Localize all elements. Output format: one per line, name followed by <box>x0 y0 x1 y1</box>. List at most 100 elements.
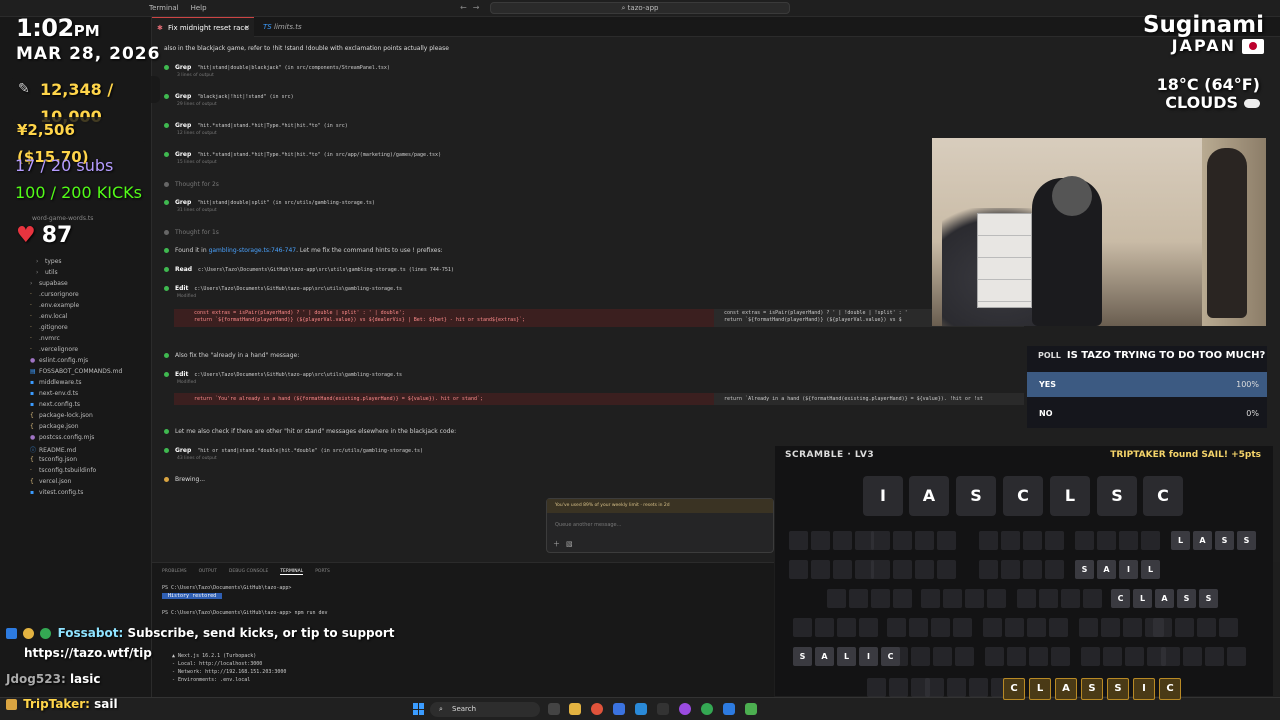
tab-terminal[interactable]: TERMINAL <box>280 569 304 575</box>
sidebar-item-file[interactable]: ⓘ README.md <box>30 445 76 454</box>
windows-start-icon[interactable] <box>413 703 425 715</box>
task-view-icon[interactable] <box>548 703 560 715</box>
search-label: tazo-app <box>627 4 659 12</box>
scramble-found-letter: L <box>1029 678 1051 700</box>
app-icon[interactable] <box>613 703 625 715</box>
taskbar: ⌕ Search <box>0 697 1280 720</box>
sidebar-item-file[interactable]: · .env.local <box>30 313 67 320</box>
user-prompt: also in the blackjack game, refer to !hi… <box>164 45 449 52</box>
poll-question: POLL IS TAZO TRYING TO DO TOO MUCH? <box>1038 350 1266 361</box>
tool-step-edit[interactable]: Edit c:\Users\Tazo\Documents\GitHub\tazo-… <box>164 285 402 299</box>
command-center-search[interactable]: ⌕ tazo-app <box>490 2 790 14</box>
sidebar-item-utils[interactable]: › utils <box>36 269 58 276</box>
markdown-icon: ▤ <box>30 368 36 375</box>
taskbar-search[interactable]: ⌕ Search <box>430 702 540 717</box>
scramble-found-letter: C <box>1159 678 1181 700</box>
chrome-icon[interactable] <box>701 703 713 715</box>
file-link[interactable]: gambling-storage.ts:746-747 <box>209 247 297 254</box>
tool-step-grep[interactable]: Grep "blackjack|!hit|!stand" (in src) 29 l… <box>164 93 294 107</box>
sidebar-item-file[interactable]: ● eslint.config.mjs <box>30 357 88 364</box>
sidebar-item-file[interactable]: ▪ vitest.config.ts <box>30 489 83 496</box>
sidebar-item-file[interactable]: · .gitignore <box>30 324 68 331</box>
stream-date: MAR 28, 2026 <box>16 44 161 64</box>
close-icon[interactable]: ✕ <box>244 18 250 38</box>
tab-limits[interactable]: TS limits.ts <box>258 17 318 37</box>
tab-problems[interactable]: PROBLEMS <box>162 569 187 575</box>
sidebar-item-file[interactable]: · .vercelignore <box>30 346 78 353</box>
terminal-line: - Local: http://localhost:3000 <box>172 661 263 667</box>
add-icon[interactable]: ＋ <box>553 540 566 548</box>
app-icon[interactable] <box>723 703 735 715</box>
chat-message-bot: Fossabot: Subscribe, send kicks, or tip … <box>6 626 395 640</box>
sidebar-item-file[interactable]: ▤ FOSSABOT_COMMANDS.md <box>30 368 122 375</box>
scramble-game: SCRAMBLE · LV3 TRIPTAKER found SAIL! +5p… <box>775 446 1273 700</box>
tab-debug-console[interactable]: DEBUG CONSOLE <box>229 569 268 575</box>
sidebar-item-partial[interactable]: word-game-words.ts <box>32 215 93 222</box>
scramble-empty-slot <box>1227 647 1246 666</box>
sidebar-item-file[interactable]: ▪ middleware.ts <box>30 379 81 386</box>
thought-step[interactable]: Thought for 1s <box>164 229 219 236</box>
menu-help[interactable]: Help <box>191 4 207 12</box>
sidebar-item-file[interactable]: · .nvmrc <box>30 335 60 342</box>
sidebar-item-file[interactable]: · tsconfig.tsbuildinfo <box>30 467 96 474</box>
tool-step-read[interactable]: Read c:\Users\Tazo\Documents\GitHub\tazo-… <box>164 266 454 273</box>
tool-step-grep[interactable]: Grep "hit.*stand|stand.*hit|Type.*hit|hit… <box>164 122 348 136</box>
scramble-found-letter: S <box>1081 678 1103 700</box>
scramble-letter-tile: C <box>1003 476 1043 516</box>
scramble-empty-slot <box>943 589 962 608</box>
json-icon: { <box>30 456 34 463</box>
scramble-empty-slot <box>1119 531 1138 550</box>
tab-ports[interactable]: PORTS <box>315 569 330 575</box>
sidebar-item-file[interactable]: {package-lock.json <box>30 412 93 419</box>
heart-icon: ♥ <box>16 223 36 248</box>
weather-temp: 18°C (64°F) <box>1156 75 1260 94</box>
browser-icon[interactable] <box>591 703 603 715</box>
tab-chat[interactable]: ✱ Fix midnight reset race ... ✕ <box>152 17 254 52</box>
tab-output[interactable]: OUTPUT <box>199 569 217 575</box>
scramble-empty-slot <box>1103 647 1122 666</box>
vscode-icon[interactable] <box>635 703 647 715</box>
tool-step-grep[interactable]: Grep "hit.*stand|stand.*hit|Type.*hit|hit… <box>164 151 441 165</box>
sidebar-item-file[interactable]: ▪ next.config.ts <box>30 401 80 408</box>
nav-arrows[interactable]: ←→ <box>460 3 485 12</box>
scramble-empty-slot <box>1101 618 1120 637</box>
terminal-line: PS C:\Users\Tazo\Documents\GitHub\tazo-a… <box>162 610 328 616</box>
sidebar-item-file[interactable]: {tsconfig.json <box>30 456 77 463</box>
scramble-empty-slot <box>1197 618 1216 637</box>
tool-step-grep[interactable]: Grep "hit or stand|stand.*double|hit.*dou… <box>164 447 423 461</box>
file-explorer-icon[interactable] <box>569 703 581 715</box>
sidebar-item-file[interactable]: · .cursorignore <box>30 291 79 298</box>
app-icon[interactable] <box>679 703 691 715</box>
tool-step-grep[interactable]: Grep "hit|stand|double|blackjack" (in src… <box>164 64 390 78</box>
scramble-found-letter: A <box>1097 560 1116 579</box>
menu-terminal[interactable]: Terminal <box>149 4 179 12</box>
badge-icon <box>6 699 17 710</box>
sidebar-item-file[interactable]: ● postcss.config.mjs <box>30 434 94 441</box>
scramble-found-letter: A <box>1193 531 1212 550</box>
scramble-empty-slot <box>1023 560 1042 579</box>
typescript-icon: ▪ <box>30 401 35 408</box>
tool-step-edit[interactable]: Edit c:\Users\Tazo\Documents\GitHub\tazo-… <box>164 371 402 385</box>
message-input[interactable]: Queue another message... <box>555 522 621 528</box>
sidebar-item-file[interactable]: ▪ next-env.d.ts <box>30 390 78 397</box>
app-icon[interactable] <box>657 703 669 715</box>
thought-step[interactable]: Thought for 2s <box>164 181 219 188</box>
sidebar-item-supabase[interactable]: › supabase <box>30 280 68 287</box>
tool-step-grep[interactable]: Grep "hit|stand|double|split" (in src/uti… <box>164 199 375 213</box>
country-name: JAPAN <box>1143 36 1264 55</box>
attach-icon[interactable]: ▧ <box>566 540 579 548</box>
scramble-empty-slot <box>1001 531 1020 550</box>
scramble-empty-slot <box>921 589 940 608</box>
app-icon[interactable] <box>745 703 757 715</box>
sidebar-item-file[interactable]: {package.json <box>30 423 79 430</box>
sidebar-item-file[interactable]: {vercel.json <box>30 478 71 485</box>
scramble-empty-slot <box>859 618 878 637</box>
scramble-empty-slot <box>833 560 852 579</box>
sidebar-item-file[interactable]: · .env.example <box>30 302 79 309</box>
composer-tools: ＋▧ <box>553 539 579 549</box>
file-icon: · <box>30 313 32 320</box>
screen: Terminal Help ←→ ⌕ tazo-app ✱ Fix midnig… <box>0 0 1280 720</box>
sidebar-item-types[interactable]: › types <box>36 258 62 265</box>
scramble-found-letter: I <box>1119 560 1138 579</box>
scramble-found-letter: L <box>1133 589 1152 608</box>
